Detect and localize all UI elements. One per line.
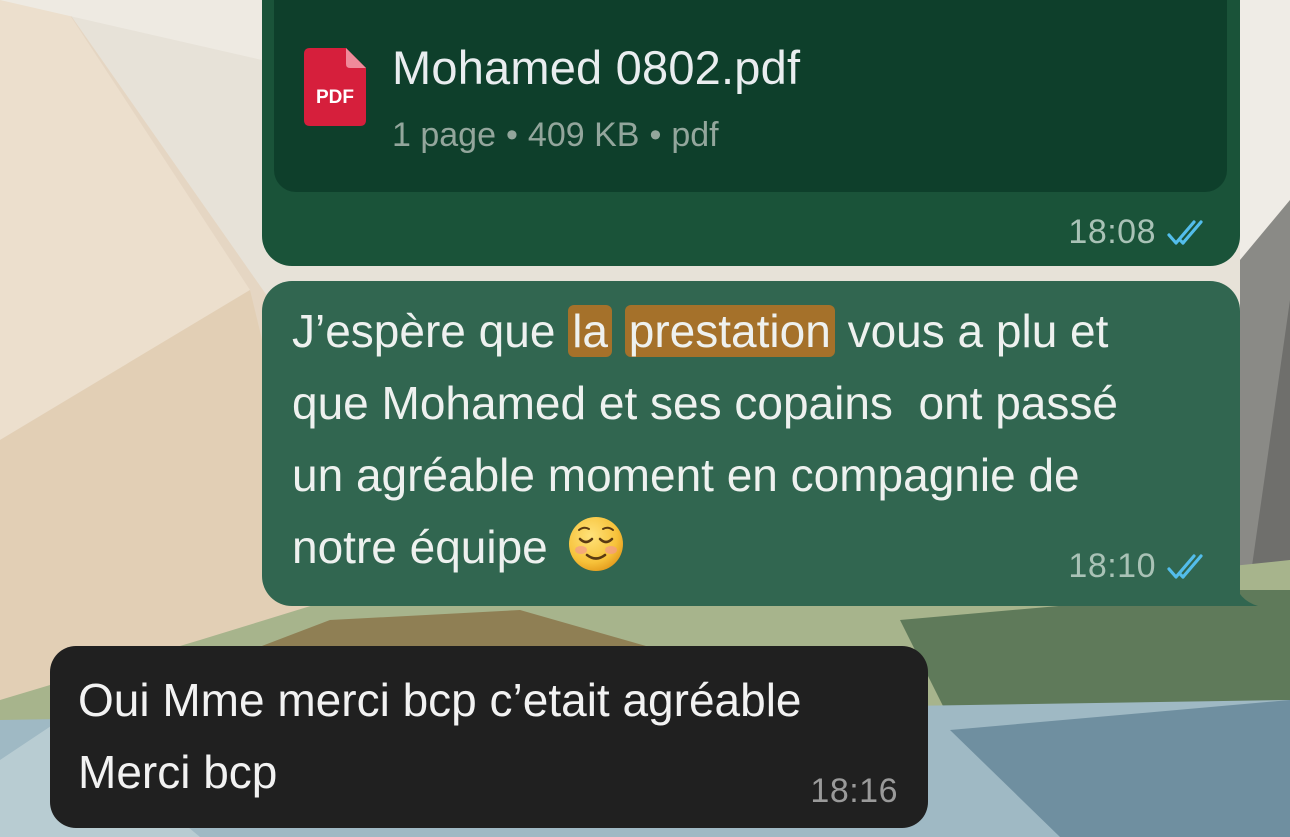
message-time: 18:16 [810, 772, 898, 810]
search-highlight: la [568, 305, 612, 357]
document-file-name: Mohamed 0802.pdf [392, 41, 801, 94]
message-text: J’espère que [292, 305, 569, 357]
message-line: que Mohamed et ses copains ont passé [292, 377, 1118, 429]
double-check-read-icon [1167, 219, 1203, 245]
document-attachment-card[interactable]: PDF Mohamed 0802.pdf 1 page • 409 KB • pdf [274, 0, 1227, 192]
message-line: Merci bcp [78, 746, 278, 798]
message-line: J’espère que la prestation vous a plu et [292, 295, 1222, 367]
smiling-face-icon [568, 517, 623, 571]
search-highlight: prestation [624, 305, 835, 357]
chat-view: PDF Mohamed 0802.pdf 1 page • 409 KB • pdf 1… [0, 0, 1290, 837]
incoming-text-message[interactable]: Oui Mme merci bcp c’etait agréable Merci… [50, 646, 928, 828]
message-body: J’espère que la prestation vous a plu et… [292, 295, 1222, 583]
message-line: Oui Mme merci bcp c’etait agréable [78, 674, 802, 726]
document-metadata: 1 page • 409 KB • pdf [392, 116, 719, 155]
pdf-icon-label: PDF [316, 87, 354, 108]
double-check-read-icon [1167, 553, 1203, 579]
message-time: 18:08 [1068, 213, 1156, 251]
document-size: 409 KB [527, 116, 640, 154]
message-text: notre équipe [292, 521, 548, 573]
pdf-file-icon: PDF [304, 48, 366, 126]
message-time: 18:10 [1068, 547, 1156, 585]
message-meta: 18:08 [1068, 213, 1212, 252]
document-page-count: 1 page [392, 116, 496, 154]
meta-separator: • [649, 116, 662, 154]
message-line: un agréable moment en compagnie de [292, 449, 1080, 501]
document-type: pdf [671, 116, 719, 154]
meta-separator: • [506, 116, 518, 154]
message-meta: 18:10 [1068, 547, 1212, 586]
outgoing-document-message[interactable]: PDF Mohamed 0802.pdf 1 page • 409 KB • pdf 1… [262, 0, 1240, 266]
message-text: vous a plu et [834, 305, 1109, 357]
message-body: Oui Mme merci bcp c’etait agréable Merci… [78, 664, 802, 808]
outgoing-text-message[interactable]: J’espère que la prestation vous a plu et… [262, 281, 1258, 606]
bubble-tail [1234, 580, 1258, 606]
